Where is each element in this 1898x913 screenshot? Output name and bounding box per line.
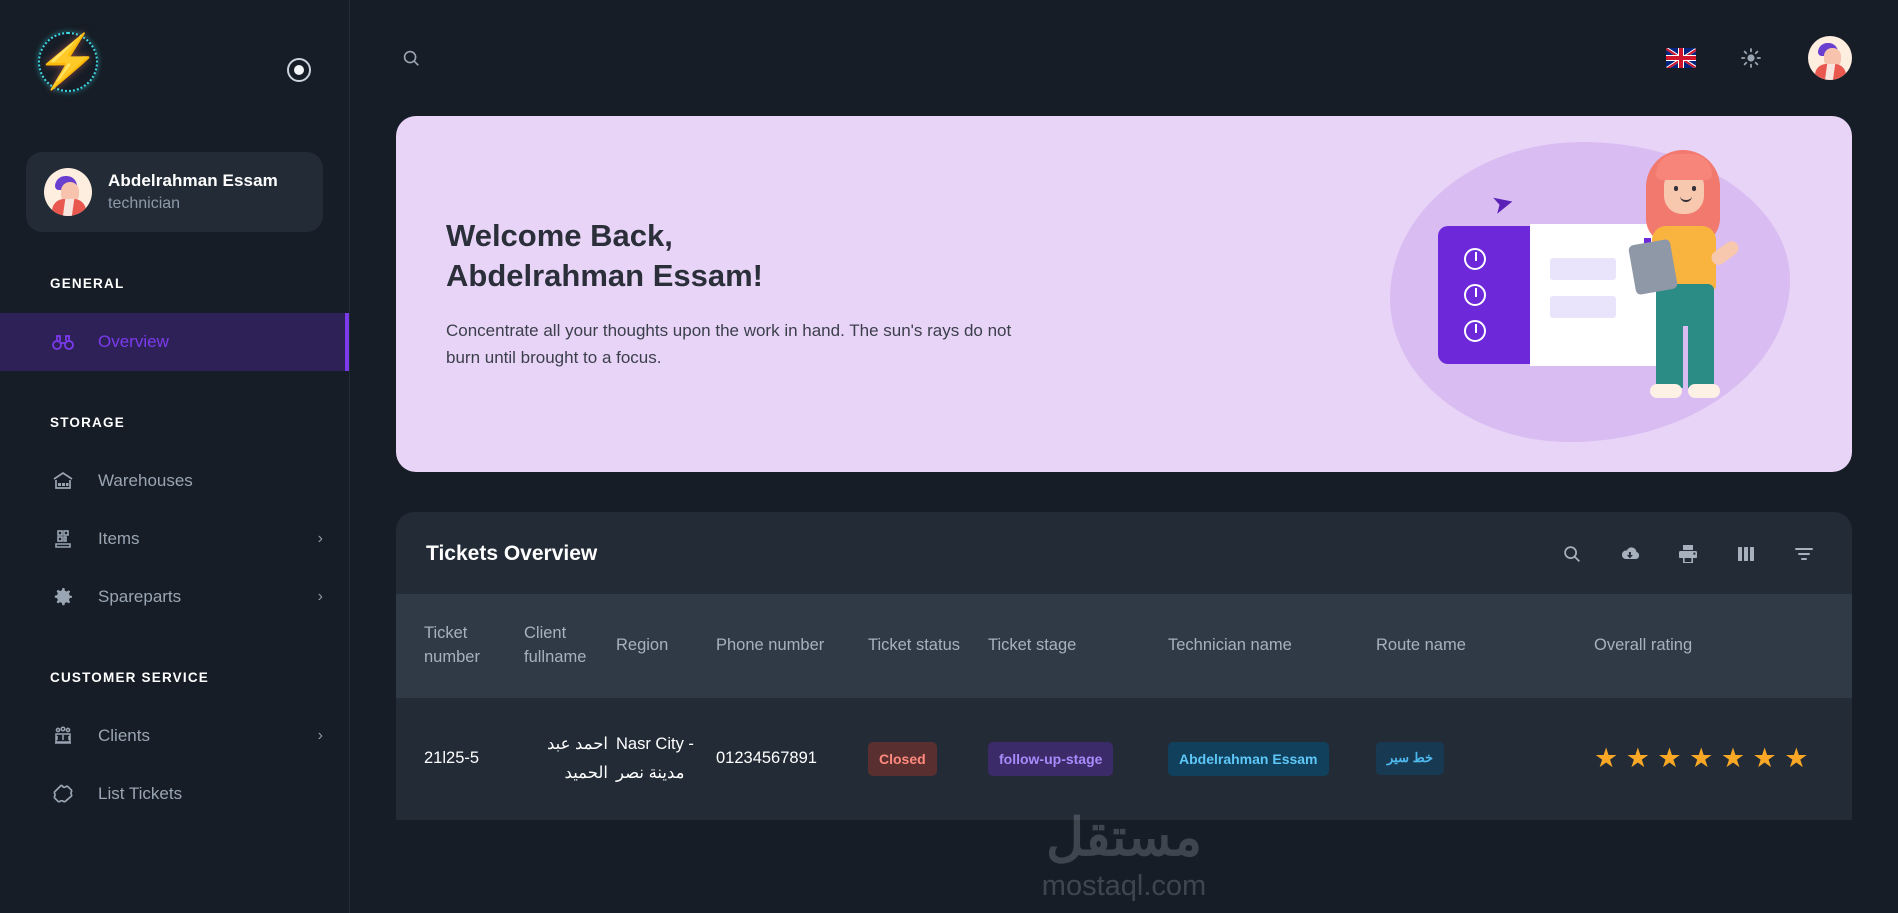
cell-overall-rating: ★ ★ ★ ★ ★ ★ ★ (1594, 731, 1852, 786)
sun-icon[interactable] (1734, 41, 1768, 75)
cell-phone-number: 01234567891 (716, 749, 817, 768)
rating-stars: ★ ★ ★ ★ ★ ★ ★ (1594, 743, 1809, 774)
column-header-technician-name: Technician name (1168, 635, 1292, 654)
tickets-card-header: Tickets Overview (396, 512, 1852, 594)
sidebar-item-items[interactable]: Items › (0, 510, 349, 568)
column-header-client-fullname: Client fullname (524, 624, 587, 666)
columns-icon[interactable] (1734, 542, 1758, 566)
welcome-greeting: Welcome Back, Abdelrahman Essam! (446, 216, 1036, 297)
page-content: Welcome Back, Abdelrahman Essam! Concent… (350, 116, 1898, 913)
cloud-download-icon[interactable] (1618, 542, 1642, 566)
watermark: مستقل mostaql.com (1042, 808, 1206, 903)
app-root: ⚡ Abdelrahman Essam technician GENERAL O… (0, 0, 1898, 913)
cell-ticket-status: Closed (868, 728, 988, 791)
search-icon[interactable] (1560, 542, 1584, 566)
column-header-overall-rating: Overall rating (1594, 635, 1693, 654)
sidebar-item-label: Items (98, 529, 140, 548)
column-header-ticket-stage: Ticket stage (988, 635, 1077, 654)
welcome-line-2: Abdelrahman Essam! (446, 258, 763, 294)
cell-route-name: خط سير (1376, 728, 1594, 789)
chevron-right-icon: › (317, 530, 323, 547)
column-header-ticket-status: Ticket status (868, 635, 960, 654)
tickets-toolbar (1560, 542, 1816, 566)
cell-region: Nasr City - مدينة نصر (616, 734, 694, 782)
stage-badge: follow-up-stage (988, 741, 1114, 777)
welcome-banner: Welcome Back, Abdelrahman Essam! Concent… (396, 116, 1852, 472)
nav-section-storage-title: STORAGE (50, 415, 125, 430)
items-grid-icon (50, 526, 76, 552)
sidebar-logo-row: ⚡ (0, 0, 349, 122)
column-header-ticket-number: Ticket number (424, 624, 480, 666)
sidebar-item-label: Spareparts (98, 587, 182, 606)
main-area: Welcome Back, Abdelrahman Essam! Concent… (350, 0, 1898, 913)
sidebar-profile-card[interactable]: Abdelrahman Essam technician (26, 152, 323, 232)
sidebar-item-spareparts[interactable]: Spareparts › (0, 568, 349, 626)
sidebar-item-label: Overview (98, 332, 169, 351)
gear-icon (50, 584, 76, 610)
nav-section-general-title: GENERAL (50, 276, 125, 291)
bolt-icon: ⚡ (35, 33, 101, 91)
topbar (350, 0, 1898, 116)
table-row[interactable]: 21l25-5 احمد عبد الحميد Nasr City - مدين… (396, 697, 1852, 820)
warehouse-icon (50, 468, 76, 494)
toggle-dot-icon (294, 65, 304, 75)
filter-icon[interactable] (1792, 542, 1816, 566)
route-badge: خط سير (1376, 742, 1444, 776)
profile-role: technician (108, 195, 181, 212)
welcome-line-1: Welcome Back, (446, 217, 673, 253)
tickets-overview-card: Tickets Overview Ticket number Client fu… (396, 512, 1852, 820)
cell-client-fullname: احمد عبد الحميد (546, 734, 608, 782)
cell-technician-name: Abdelrahman Essam (1168, 728, 1376, 791)
profile-name: Abdelrahman Essam (108, 171, 278, 190)
sidebar-item-label: Clients (98, 726, 150, 745)
table-header-row: Ticket number Client fullname Region Pho… (396, 594, 1852, 698)
sidebar-item-warehouses[interactable]: Warehouses (0, 452, 349, 510)
sidebar-item-label: List Tickets (98, 784, 183, 803)
welcome-illustration: ➤ (1380, 116, 1810, 472)
tickets-table: Ticket number Client fullname Region Pho… (396, 594, 1852, 820)
chevron-right-icon: › (317, 727, 323, 744)
technician-badge: Abdelrahman Essam (1168, 741, 1329, 777)
print-icon[interactable] (1676, 542, 1700, 566)
chevron-right-icon: › (317, 588, 323, 605)
ticket-icon (50, 781, 76, 807)
cell-ticket-number: 21l25-5 (424, 749, 480, 768)
nav-section-customer-service-title: CUSTOMER SERVICE (50, 670, 209, 685)
sidebar-item-clients[interactable]: Clients › (0, 707, 349, 765)
sidebar: ⚡ Abdelrahman Essam technician GENERAL O… (0, 0, 350, 913)
column-header-phone-number: Phone number (716, 635, 825, 654)
column-header-route-name: Route name (1376, 635, 1466, 654)
illustration-purple-panel (1438, 226, 1530, 364)
uk-flag-icon[interactable] (1666, 48, 1696, 68)
lightning-bolt-logo: ⚡ (32, 26, 104, 98)
sidebar-item-list-tickets[interactable]: List Tickets (0, 765, 349, 823)
welcome-banner-text: Welcome Back, Abdelrahman Essam! Concent… (396, 216, 1036, 372)
column-header-region: Region (616, 635, 669, 654)
illustration-person (1627, 150, 1748, 416)
status-badge: Closed (868, 741, 937, 777)
collapse-sidebar-toggle[interactable] (287, 58, 311, 82)
watermark-url: mostaql.com (1041, 870, 1207, 902)
welcome-subtitle: Concentrate all your thoughts upon the w… (446, 321, 1012, 368)
sidebar-item-overview[interactable]: Overview (0, 313, 349, 371)
sidebar-item-label: Warehouses (98, 471, 193, 490)
search-icon[interactable] (394, 41, 428, 75)
clients-group-icon (50, 723, 76, 749)
page-title: Tickets Overview (426, 542, 598, 565)
avatar (44, 168, 92, 216)
user-avatar[interactable] (1808, 36, 1852, 80)
cell-ticket-stage: follow-up-stage (988, 728, 1168, 791)
binoculars-icon (50, 329, 76, 355)
